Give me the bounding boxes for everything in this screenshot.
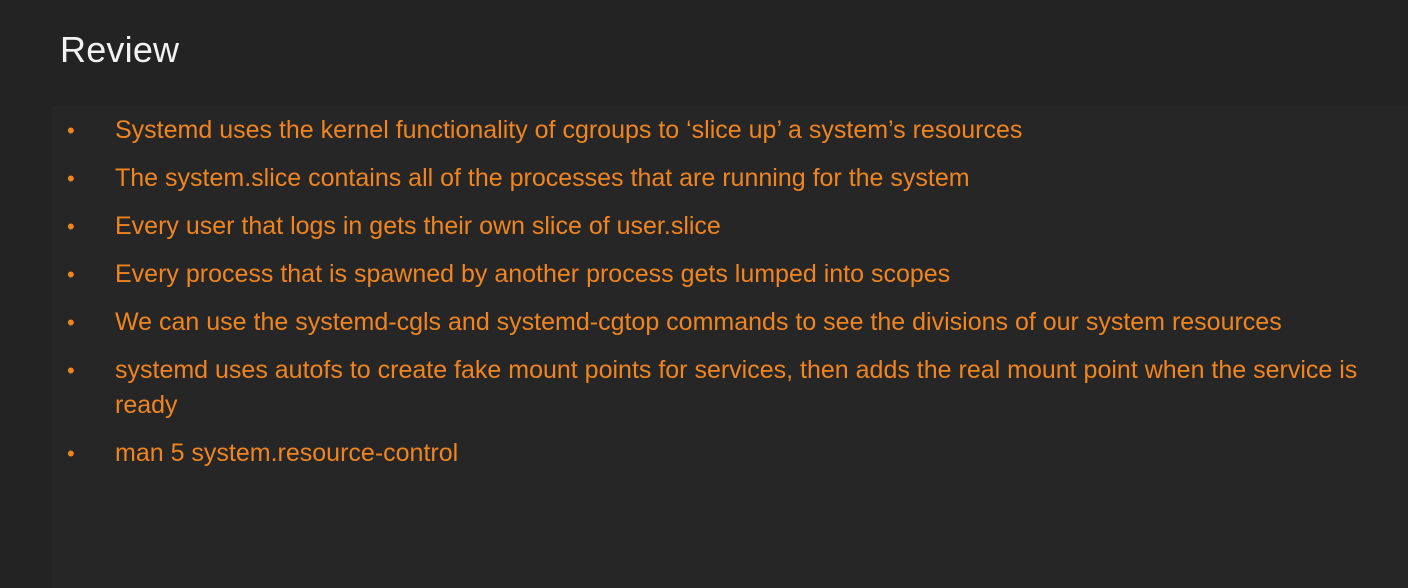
- bullet-dot-icon: •: [67, 214, 75, 239]
- slide-title: Review: [60, 29, 180, 70]
- bullet-dot-icon: •: [67, 358, 75, 383]
- bullet-dot-icon: •: [67, 118, 75, 143]
- bullet-item: • Every user that logs in gets their own…: [63, 209, 1398, 244]
- slide: Review • Systemd uses the kernel functio…: [0, 0, 1408, 588]
- bullet-dot-icon: •: [67, 262, 75, 287]
- bullet-item: • man 5 system.resource-control: [63, 436, 1398, 471]
- bullet-dot-icon: •: [67, 310, 75, 335]
- bullet-item: • Every process that is spawned by anoth…: [63, 257, 1398, 292]
- bullet-dot-icon: •: [67, 441, 75, 466]
- bullet-text: Every process that is spawned by another…: [115, 260, 951, 288]
- bullet-text: Every user that logs in gets their own s…: [115, 212, 721, 240]
- bullet-text: Systemd uses the kernel functionality of…: [115, 116, 1023, 144]
- bullet-text: We can use the systemd-cgls and systemd-…: [115, 308, 1282, 336]
- bullet-dot-icon: •: [67, 166, 75, 191]
- bullet-item: • Systemd uses the kernel functionality …: [63, 113, 1398, 148]
- bullet-item: • systemd uses autofs to create fake mou…: [63, 353, 1398, 423]
- bullet-text: man 5 system.resource-control: [115, 439, 459, 467]
- bullet-list: • Systemd uses the kernel functionality …: [63, 113, 1398, 484]
- bullet-text: systemd uses autofs to create fake mount…: [115, 356, 1358, 419]
- bullet-item: • We can use the systemd-cgls and system…: [63, 305, 1398, 340]
- bullet-text: The system.slice contains all of the pro…: [115, 164, 970, 192]
- bullet-item: • The system.slice contains all of the p…: [63, 161, 1398, 196]
